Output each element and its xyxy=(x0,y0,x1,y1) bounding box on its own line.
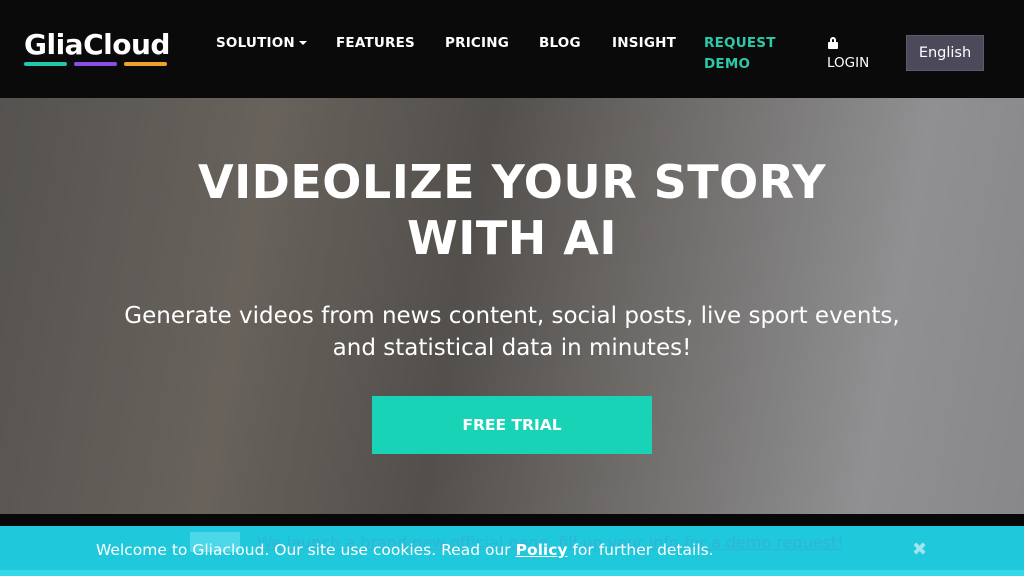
nav-blog[interactable]: BLOG xyxy=(539,35,581,51)
demo-label: DEMO xyxy=(704,56,751,72)
cookie-text-before: Welcome to Gliacloud. Our site use cooki… xyxy=(96,541,516,559)
logo-bars xyxy=(24,62,167,66)
logo-bar-purple xyxy=(74,62,117,66)
hero-title: VIDEOLIZE YOUR STORY WITH AI xyxy=(0,154,1024,266)
hero-section: VIDEOLIZE YOUR STORY WITH AI Generate vid… xyxy=(0,98,1024,514)
lock-icon xyxy=(828,37,838,49)
request-label: REQUEST xyxy=(704,35,776,51)
cookie-text: Welcome to Gliacloud. Our site use cooki… xyxy=(96,541,714,559)
top-navbar: GliaCloud SOLUTION FEATURES PRICING BLOG… xyxy=(0,0,1024,98)
language-selector[interactable]: English xyxy=(906,35,984,71)
cookie-banner-edge xyxy=(0,570,1024,576)
nav-features[interactable]: FEATURES xyxy=(336,35,415,51)
policy-link[interactable]: Policy xyxy=(516,541,568,559)
cookie-text-after: for further details. xyxy=(567,541,714,559)
hero-subtitle-line2: and statistical data in minutes! xyxy=(332,335,692,361)
free-trial-button[interactable]: FREE TRIAL xyxy=(372,396,652,454)
close-icon[interactable]: ✖ xyxy=(912,539,927,560)
nav-request-demo[interactable]: REQUEST DEMO xyxy=(704,33,776,75)
logo-bar-teal xyxy=(24,62,67,66)
nav-insight[interactable]: INSIGHT xyxy=(612,35,676,51)
logo-bar-orange xyxy=(124,62,167,66)
nav-login[interactable]: LOGIN xyxy=(827,37,869,71)
caret-down-icon xyxy=(298,41,307,45)
hero-title-line1: VIDEOLIZE YOUR STORY xyxy=(197,155,827,209)
hero-subtitle: Generate videos from news content, socia… xyxy=(0,300,1024,364)
hero-subtitle-line1: Generate videos from news content, socia… xyxy=(124,303,900,329)
hero-title-line2: WITH AI xyxy=(407,211,617,265)
cookie-banner: We launch a brand new official page, fil… xyxy=(0,526,1024,570)
login-label: LOGIN xyxy=(827,55,870,71)
nav-solution[interactable]: SOLUTION xyxy=(216,35,307,51)
logo[interactable]: GliaCloud xyxy=(24,28,170,61)
nav-pricing[interactable]: PRICING xyxy=(445,35,509,51)
divider xyxy=(0,514,1024,526)
nav-solution-label: SOLUTION xyxy=(216,35,295,51)
